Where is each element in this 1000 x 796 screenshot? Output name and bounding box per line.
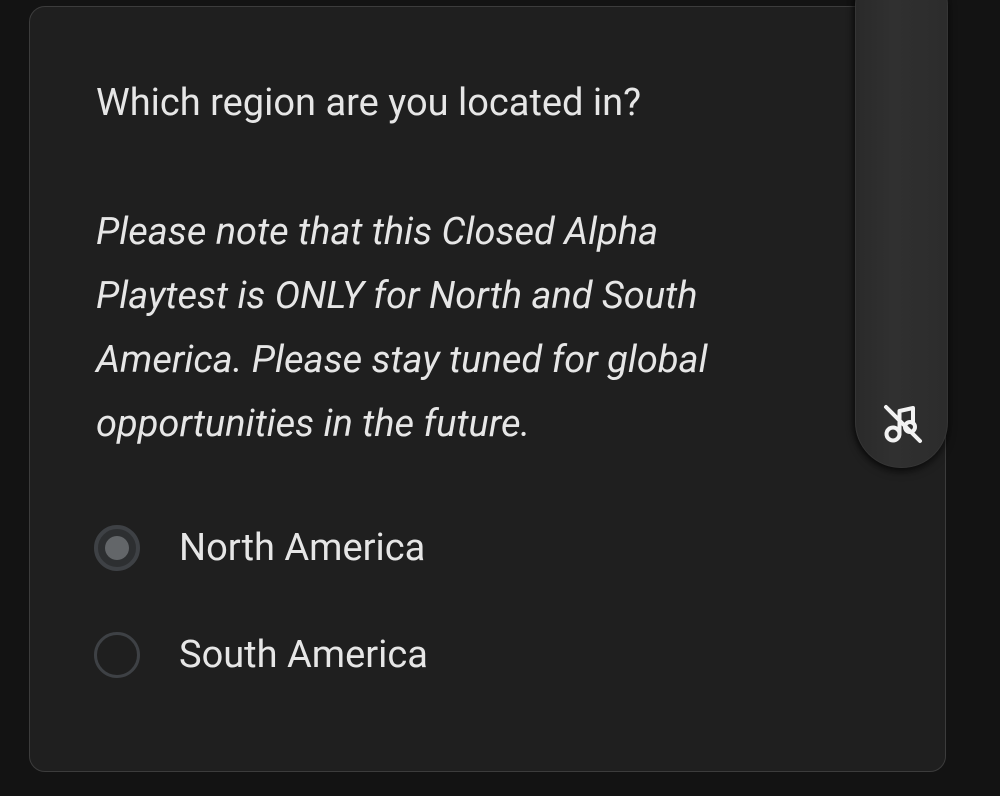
question-note: Please note that this Closed Alpha Playt… — [96, 200, 816, 456]
radio-option-south-america[interactable]: South America — [94, 632, 428, 678]
floating-side-panel — [855, 0, 948, 468]
radio-button-north-america[interactable] — [94, 525, 140, 571]
option-label-north-america: North America — [179, 526, 426, 570]
radio-button-south-america[interactable] — [94, 632, 140, 678]
music-off-icon[interactable] — [880, 401, 926, 447]
radio-selected-dot — [105, 536, 129, 560]
note-line: America. Please stay tuned for global — [96, 338, 708, 382]
note-line: Please note that this Closed Alpha — [96, 210, 659, 254]
note-line: opportunities in the future. — [96, 402, 531, 446]
question-card: Which region are you located in? Please … — [29, 6, 946, 772]
option-label-south-america: South America — [179, 633, 428, 677]
note-line: Playtest is ONLY for North and South — [96, 274, 698, 318]
radio-option-north-america[interactable]: North America — [94, 525, 425, 571]
question-title: Which region are you located in? — [96, 81, 642, 125]
